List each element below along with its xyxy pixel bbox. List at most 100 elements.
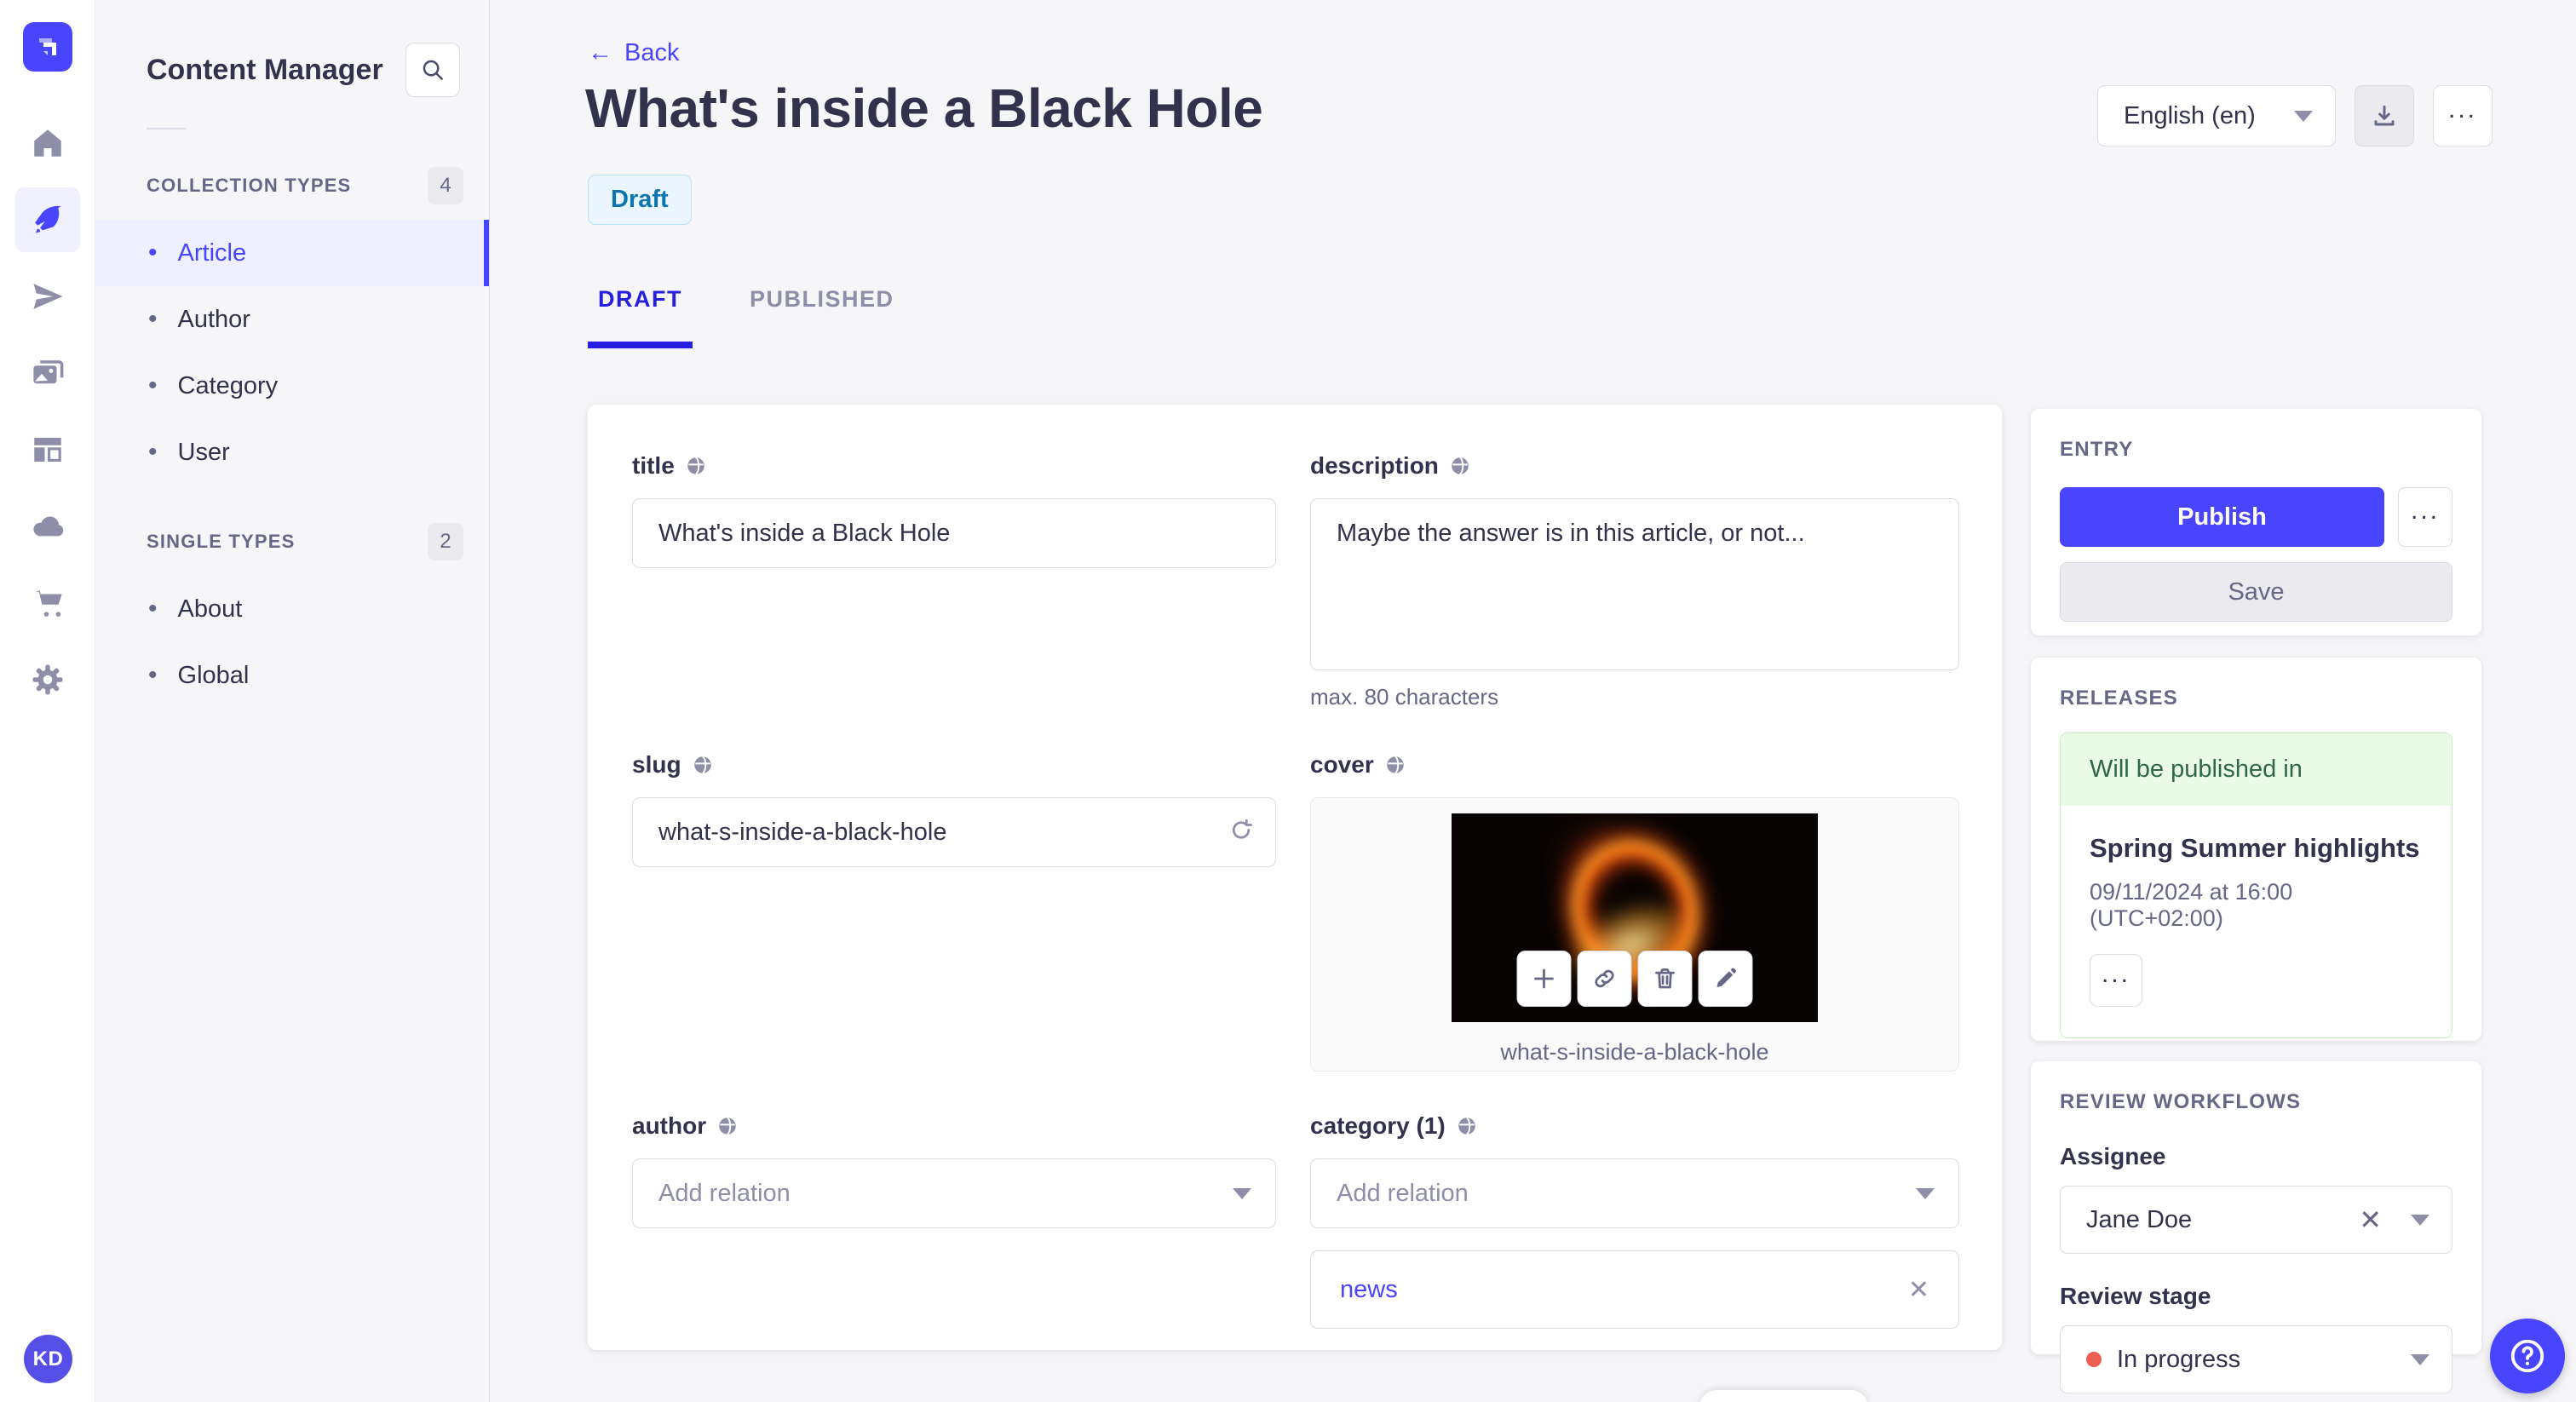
locale-value: English (en) [2124, 101, 2256, 129]
back-link[interactable]: ← Back [588, 39, 679, 67]
single-types-count: 2 [428, 523, 463, 560]
sidebar-item-content-type-builder[interactable] [15, 417, 80, 482]
chevron-down-icon [2294, 110, 2313, 122]
add-asset-button[interactable] [1516, 951, 1572, 1007]
releases-panel-label: RELEASES [2060, 687, 2178, 710]
entry-more-button[interactable]: ... [2398, 487, 2452, 547]
author-relation-combobox[interactable]: Add relation [632, 1158, 1276, 1228]
cart-icon [35, 590, 62, 617]
help-button[interactable] [2490, 1319, 2565, 1393]
review-workflows-panel: REVIEW WORKFLOWS Assignee Jane Doe ✕ Rev… [2031, 1061, 2481, 1393]
author-field-label: author [632, 1112, 707, 1139]
field-category: category (1) Add relation news ✕ [1310, 1112, 1959, 1329]
slug-input[interactable] [632, 797, 1276, 867]
home-icon [33, 129, 61, 157]
sidebar-item-author[interactable]: • Author [95, 286, 489, 353]
field-title: title [632, 452, 1276, 568]
locale-select[interactable]: English (en) [2097, 85, 2336, 147]
chevron-down-icon [1233, 1187, 1251, 1199]
bullet-icon: • [148, 595, 158, 623]
cover-field-label: cover [1310, 751, 1374, 778]
delete-asset-button[interactable] [1637, 951, 1693, 1007]
sidebar-item-category[interactable]: • Category [95, 353, 489, 419]
sidebar-item-global[interactable]: • Global [95, 642, 489, 709]
globe-icon [1458, 1117, 1475, 1135]
search-button[interactable] [405, 43, 460, 97]
clear-assignee-button[interactable]: ✕ [2359, 1204, 2382, 1236]
remove-relation-button[interactable]: ✕ [1908, 1275, 1929, 1305]
assignee-select[interactable]: Jane Doe ✕ [2060, 1186, 2452, 1254]
layout-icon [33, 438, 61, 462]
field-author: author Add relation [632, 1112, 1276, 1228]
entry-panel-label: ENTRY [2060, 438, 2134, 461]
cloud-icon [32, 516, 63, 537]
description-textarea[interactable]: Maybe the answer is in this article, or … [1310, 498, 1959, 670]
user-avatar[interactable]: KD [24, 1335, 72, 1383]
category-placeholder: Add relation [1337, 1179, 1469, 1207]
content-manager-icon [34, 205, 61, 233]
sidebar-item-article[interactable]: • Article [95, 220, 489, 286]
page-title: What's inside a Black Hole [585, 78, 1263, 139]
status-badge: Draft [588, 175, 692, 225]
nav-rail: KD [0, 0, 95, 1402]
search-icon [423, 60, 443, 80]
release-date: 09/11/2024 at 16:00 (UTC+02:00) [2090, 879, 2293, 931]
sidebar-item-content-manager[interactable] [14, 187, 80, 252]
bullet-icon: • [148, 438, 158, 466]
sidebar-item-marketplace[interactable] [15, 571, 80, 635]
header-actions: English (en) ... [2097, 85, 2493, 147]
sidebar-item-user[interactable]: • User [95, 419, 489, 486]
review-stage-label: Review stage [2060, 1283, 2211, 1309]
refresh-icon [1232, 819, 1252, 839]
tab-draft[interactable]: DRAFT [588, 274, 693, 348]
chevron-down-icon [2411, 1353, 2429, 1365]
publish-button[interactable]: Publish [2060, 487, 2384, 547]
bullet-icon: • [148, 305, 158, 333]
paper-plane-icon [32, 284, 62, 309]
release-card: Will be published in Spring Summer highl… [2060, 733, 2452, 1038]
header-more-button[interactable]: ... [2433, 85, 2493, 147]
entry-panel: ENTRY Publish ... Save [2031, 409, 2481, 635]
tab-published[interactable]: PUBLISHED [739, 274, 905, 348]
release-more-button[interactable]: ... [2090, 954, 2142, 1007]
cover-carousel: what-s-inside-a-black-hole [1310, 797, 1959, 1072]
copy-link-button[interactable] [1577, 951, 1632, 1007]
regenerate-slug-button[interactable] [1228, 818, 1254, 848]
sidebar-item-settings[interactable] [15, 647, 80, 712]
title-field-label: title [632, 452, 675, 479]
sidebar-item-media-library[interactable] [15, 341, 80, 405]
single-types-label: SINGLE TYPES [147, 531, 296, 552]
sidebar-item-home[interactable] [15, 111, 80, 175]
chevron-down-icon [2411, 1214, 2429, 1226]
stage-status-dot [2086, 1352, 2102, 1367]
edit-asset-button[interactable] [1698, 951, 1753, 1007]
sidebar-item-label: Global [177, 661, 250, 689]
assignee-label: Assignee [2060, 1143, 2166, 1169]
field-slug: slug [632, 751, 1276, 867]
author-placeholder: Add relation [658, 1179, 791, 1207]
slug-field-label: slug [632, 751, 681, 778]
release-title: Spring Summer highlights [2090, 833, 2420, 863]
collection-types-label: COLLECTION TYPES [147, 175, 352, 196]
export-button[interactable] [2355, 85, 2414, 147]
relation-link-news[interactable]: news [1340, 1276, 1398, 1304]
entry-form-card: title description Maybe the answer is in… [588, 405, 2002, 1350]
strapi-logo-icon [38, 38, 56, 55]
bullet-icon: • [148, 661, 158, 689]
category-relation-combobox[interactable]: Add relation [1310, 1158, 1959, 1228]
category-relation-item: news ✕ [1310, 1250, 1959, 1329]
content-manager-sidebar: Content Manager COLLECTION TYPES 4 • Art… [95, 0, 490, 1402]
release-status: Will be published in [2061, 733, 2452, 806]
field-cover: cover what-s-inside-a-black-hole [1310, 751, 1959, 1072]
gear-icon [32, 664, 62, 695]
title-input[interactable] [632, 498, 1276, 568]
sidebar-item-about[interactable]: • About [95, 576, 489, 642]
globe-icon [1386, 756, 1404, 774]
sidebar-item-releases[interactable] [15, 264, 80, 329]
more-icon: ... [2410, 497, 2440, 525]
category-field-label: category (1) [1310, 1112, 1446, 1139]
save-button[interactable]: Save [2060, 562, 2452, 622]
sidebar-item-deploy[interactable] [15, 494, 80, 559]
strapi-logo[interactable] [22, 22, 72, 72]
review-stage-select[interactable]: In progress [2060, 1325, 2452, 1393]
